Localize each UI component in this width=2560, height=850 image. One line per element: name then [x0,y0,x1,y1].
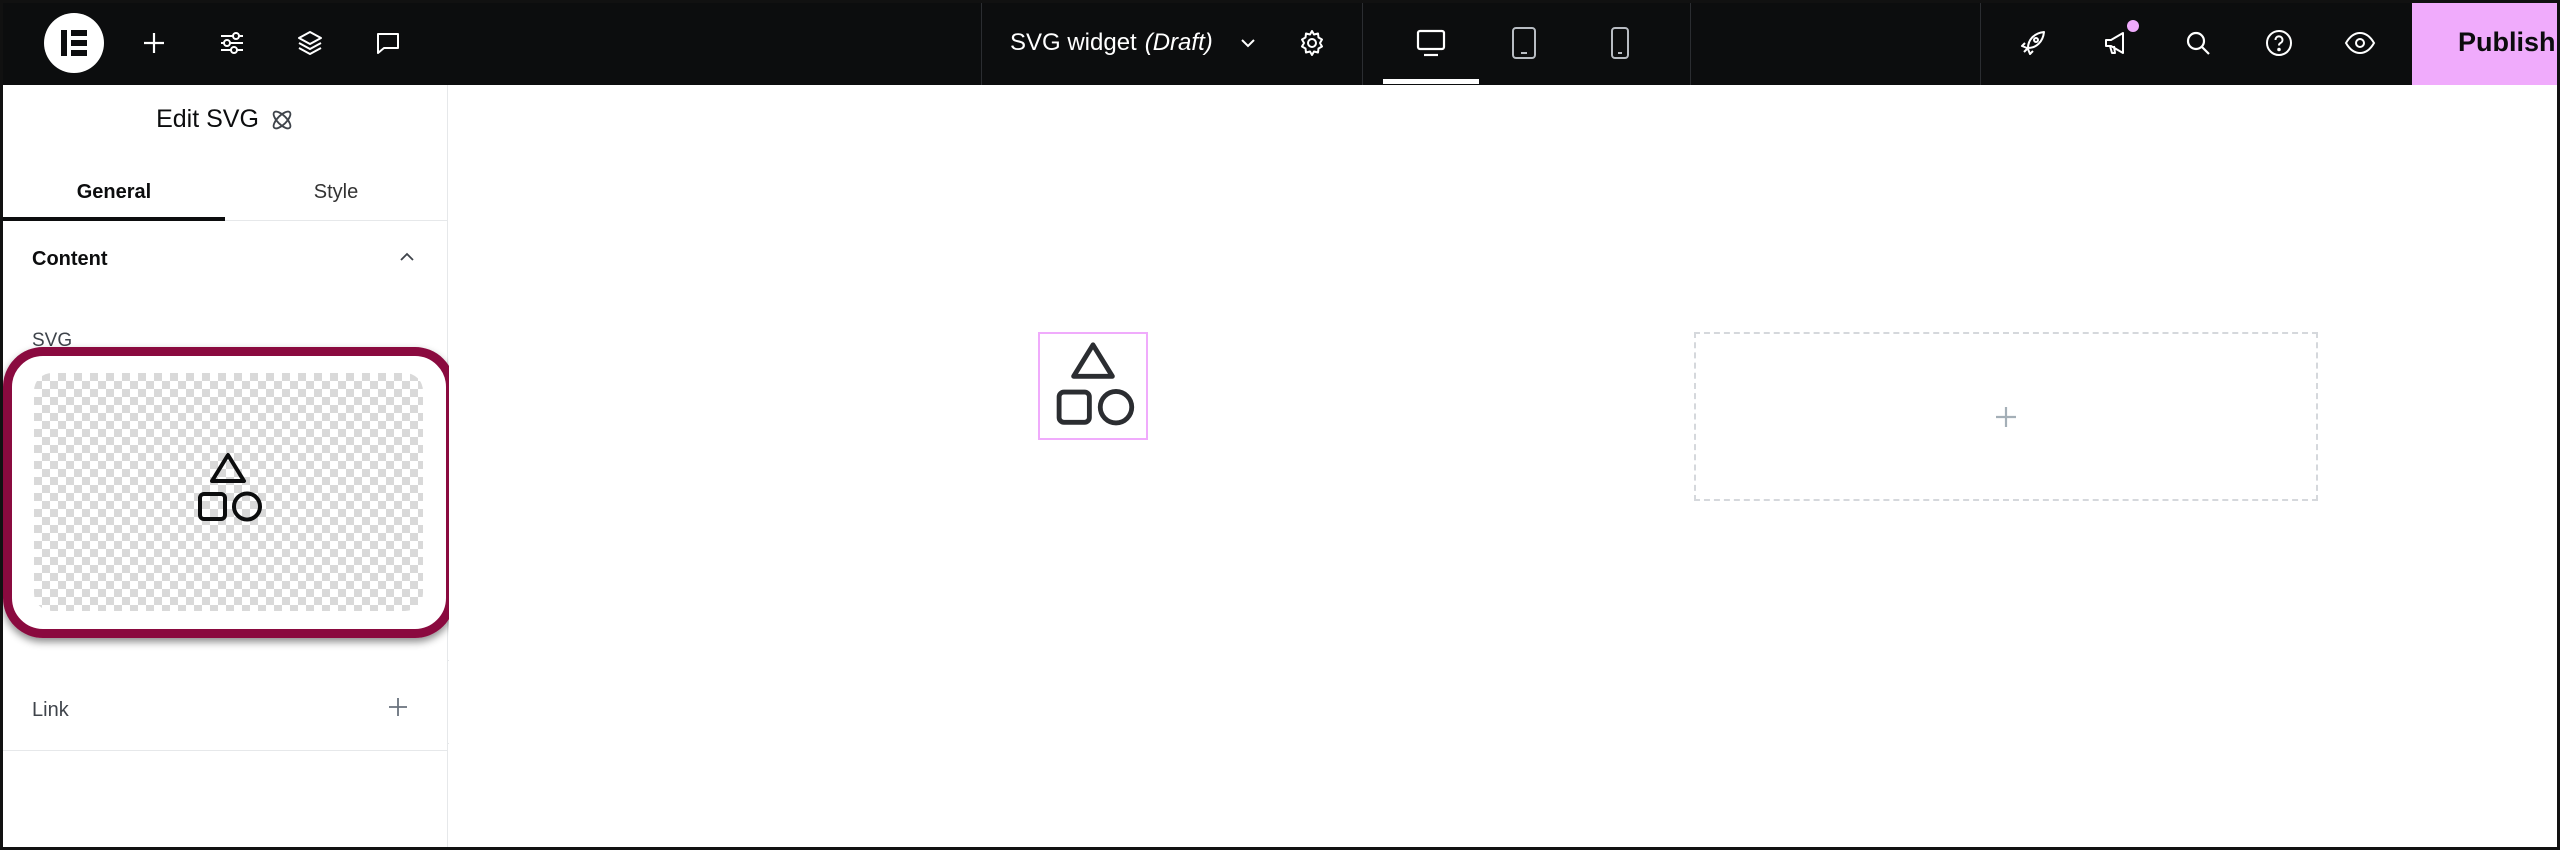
top-bar: SVG widget (Draft) Publish [0,0,2560,85]
preview-button[interactable] [2338,0,2382,85]
device-active-indicator [1383,79,1479,84]
collapse-section-button[interactable] [395,245,419,274]
device-tablet-button[interactable] [1502,0,1546,85]
site-settings-button[interactable] [210,0,254,85]
gear-icon [1301,29,1323,56]
topbar-divider [1362,0,1363,85]
sliders-icon [221,31,243,54]
svg-widget[interactable] [1038,332,1148,440]
tablet-icon [1512,26,1536,59]
add-link-button[interactable] [386,695,410,724]
finder-button[interactable] [2176,0,2220,85]
add-section-dropzone[interactable] [1694,332,2318,501]
chevron-down-icon [1241,38,1255,47]
editor-panel: Edit SVG General Style Content SVG Link [3,85,448,847]
comment-icon [377,32,399,54]
editor-canvas [449,85,2557,847]
add-element-button[interactable] [132,0,176,85]
content-section-title[interactable]: Content [32,248,108,271]
link-label: Link [32,699,69,721]
publish-button[interactable]: Publish [2412,0,2560,85]
shapes-icon [198,453,262,522]
device-desktop-button[interactable] [1383,0,1479,85]
plus-icon [389,698,407,716]
panel-tabs: General Style [3,171,448,221]
notification-dot [2127,20,2139,32]
mobile-icon [1611,26,1629,59]
whats-new-button[interactable] [2095,0,2139,85]
plus-icon [1996,406,2016,427]
panel-title: Edit SVG [3,105,448,134]
layers-icon [298,30,322,55]
document-status: (Draft) [1144,28,1213,56]
atom-icon [272,110,292,129]
elementor-logo-icon [61,30,87,56]
device-mobile-button[interactable] [1598,0,1642,85]
page-settings-button[interactable] [1290,0,1334,85]
tab-general[interactable]: General [3,171,225,221]
launchpad-button[interactable] [2011,0,2055,85]
structure-button[interactable] [288,0,332,85]
search-icon [2186,31,2210,55]
topbar-divider [1690,0,1691,85]
chevron-up-icon [400,252,414,261]
help-button[interactable] [2257,0,2301,85]
topbar-divider [1980,0,1981,85]
svg-upload-preview[interactable] [34,373,423,611]
help-icon [2266,29,2292,56]
document-title: SVG widget [1010,28,1137,56]
eye-icon [2344,31,2376,54]
panel-title-text: Edit SVG [156,105,259,133]
shapes-icon [1056,342,1135,426]
topbar-divider [981,0,982,85]
desktop-icon [1416,29,1446,56]
megaphone-icon [2105,31,2124,54]
notes-button[interactable] [366,0,410,85]
elementor-logo-button[interactable] [44,13,104,73]
link-control[interactable]: Link [3,669,448,751]
tab-style[interactable]: Style [225,171,447,221]
rocket-icon [2021,30,2045,55]
plus-icon [144,32,164,53]
svg-field-label: SVG [32,330,73,351]
document-title-dropdown[interactable]: SVG widget (Draft) [1010,0,1259,85]
